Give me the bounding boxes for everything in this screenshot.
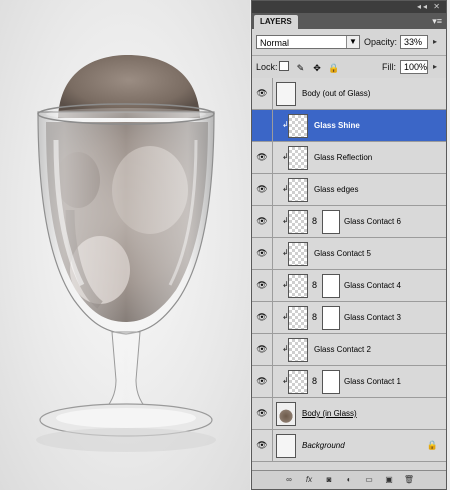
eye-icon[interactable]: 👁 (252, 174, 273, 205)
new-layer-icon[interactable]: ▣ (382, 471, 396, 489)
eye-icon[interactable]: 👁 (252, 366, 273, 397)
layers-panel: ◂◂ ✕ LAYERS ▾≡ Normal ▼ Opacity: 33% ▸ L… (251, 0, 447, 490)
layer-thumbnail (288, 274, 308, 298)
fill-label: Fill: (382, 62, 396, 72)
layer-mask-thumbnail[interactable] (322, 210, 340, 234)
layer-thumbnail (276, 82, 296, 106)
eye-icon[interactable]: 👁 (252, 302, 273, 333)
new-group-icon[interactable]: ▭ (362, 471, 376, 489)
eye-icon[interactable]: 👁 (252, 430, 273, 461)
chevron-down-icon[interactable]: ▼ (346, 36, 359, 48)
link-icon[interactable]: 8 (312, 312, 317, 322)
layer-thumbnail (288, 242, 308, 266)
layer-name: Glass Contact 3 (344, 313, 401, 322)
layer-row[interactable]: 👁 Body (out of Glass) (252, 78, 446, 110)
layer-name: Glass Contact 4 (344, 281, 401, 290)
layer-thumbnail (288, 146, 308, 170)
panel-footer: ∞ fx ◙ ◐ ▭ ▣ 🗑 (252, 470, 446, 489)
link-icon[interactable]: 8 (312, 216, 317, 226)
link-icon[interactable]: 8 (312, 280, 317, 290)
layer-thumbnail (288, 210, 308, 234)
opacity-slider-arrow-icon[interactable]: ▸ (430, 35, 440, 49)
panel-titlebar[interactable]: ◂◂ ✕ (252, 1, 446, 13)
panel-tab-row: LAYERS ▾≡ (252, 13, 446, 29)
layer-thumbnail (288, 178, 308, 202)
lock-fill-row: Lock: ✎ ✥ 🔒 Fill: 100% ▸ (252, 56, 446, 79)
fill-slider-arrow-icon[interactable]: ▸ (430, 60, 440, 74)
layer-row[interactable]: 👁 ↲ Glass edges (252, 174, 446, 206)
blend-opacity-row: Normal ▼ Opacity: 33% ▸ (252, 29, 446, 56)
eye-icon[interactable] (252, 110, 273, 141)
panel-menu-icon[interactable]: ▾≡ (432, 16, 442, 26)
layer-thumbnail (288, 114, 308, 138)
layer-row[interactable]: 👁 ↲ Glass Contact 2 (252, 334, 446, 366)
layer-name: Background (302, 441, 345, 450)
eye-icon[interactable]: 👁 (252, 334, 273, 365)
lock-all-icon[interactable]: 🔒 (328, 62, 340, 74)
eye-icon[interactable]: 👁 (252, 238, 273, 269)
layer-row[interactable]: 👁 ↲ 8 Glass Contact 6 (252, 206, 446, 238)
collapse-close-icon[interactable]: ◂◂ ✕ (417, 2, 442, 12)
lock-position-icon[interactable]: ✥ (311, 62, 323, 74)
adjustment-layer-icon[interactable]: ◐ (342, 471, 356, 489)
lock-image-icon[interactable]: ✎ (295, 62, 307, 74)
layer-name: Glass Reflection (314, 153, 373, 162)
eye-icon[interactable]: 👁 (252, 398, 273, 429)
layer-name: Glass Contact 6 (344, 217, 401, 226)
layer-name: Glass edges (314, 185, 359, 194)
layers-list: 👁 Body (out of Glass) ↲ Glass Shine 👁 ↲ … (252, 78, 446, 462)
layer-thumbnail (288, 338, 308, 362)
elephant-in-glass-image (36, 55, 216, 452)
layer-row[interactable]: 👁 ↲ Glass Contact 5 (252, 238, 446, 270)
layer-row[interactable]: 👁 Background 🔒 (252, 430, 446, 462)
blend-mode-value: Normal (260, 38, 290, 48)
trash-icon[interactable]: 🗑 (402, 471, 416, 489)
layer-mask-thumbnail[interactable] (322, 306, 340, 330)
link-icon[interactable]: 8 (312, 376, 317, 386)
link-layers-icon[interactable]: ∞ (282, 471, 296, 489)
add-mask-icon[interactable]: ◙ (322, 471, 336, 489)
eye-icon[interactable]: 👁 (252, 142, 273, 173)
opacity-label: Opacity: (364, 37, 398, 47)
layer-row[interactable]: 👁 ↲ 8 Glass Contact 3 (252, 302, 446, 334)
lock-label: Lock: (256, 62, 278, 72)
eye-icon[interactable]: 👁 (252, 78, 273, 109)
layer-row[interactable]: 👁 ↲ 8 Glass Contact 4 (252, 270, 446, 302)
layer-row[interactable]: 👁 ↲ 8 Glass Contact 1 (252, 366, 446, 398)
layers-tab[interactable]: LAYERS (254, 15, 298, 29)
layer-mask-thumbnail[interactable] (322, 274, 340, 298)
layer-row[interactable]: 👁 Body (in Glass) (252, 398, 446, 430)
layer-name: Glass Contact 2 (314, 345, 371, 354)
canvas-artwork (0, 0, 250, 490)
layer-thumbnail (288, 306, 308, 330)
layer-thumbnail (276, 402, 296, 426)
fill-input[interactable]: 100% (400, 60, 428, 74)
blend-mode-select[interactable]: Normal ▼ (256, 35, 360, 49)
opacity-input[interactable]: 33% (400, 35, 428, 49)
layer-name: Glass Contact 5 (314, 249, 371, 258)
layer-name: Glass Shine (314, 121, 360, 130)
layer-name: Body (out of Glass) (302, 89, 371, 98)
lock-icon: 🔒 (426, 440, 438, 450)
layer-name: Body (in Glass) (302, 409, 357, 418)
layer-mask-thumbnail[interactable] (322, 370, 340, 394)
lock-transparent-icon[interactable] (278, 61, 290, 74)
eye-icon[interactable]: 👁 (252, 206, 273, 237)
layer-row[interactable]: 👁 ↲ Glass Reflection (252, 142, 446, 174)
layer-thumbnail (276, 434, 296, 458)
lock-options: ✎ ✥ 🔒 (278, 61, 342, 74)
layer-thumbnail (288, 370, 308, 394)
layer-name: Glass Contact 1 (344, 377, 401, 386)
eye-icon[interactable]: 👁 (252, 270, 273, 301)
fx-icon[interactable]: fx (302, 471, 316, 489)
layer-row-selected[interactable]: ↲ Glass Shine (252, 110, 446, 142)
